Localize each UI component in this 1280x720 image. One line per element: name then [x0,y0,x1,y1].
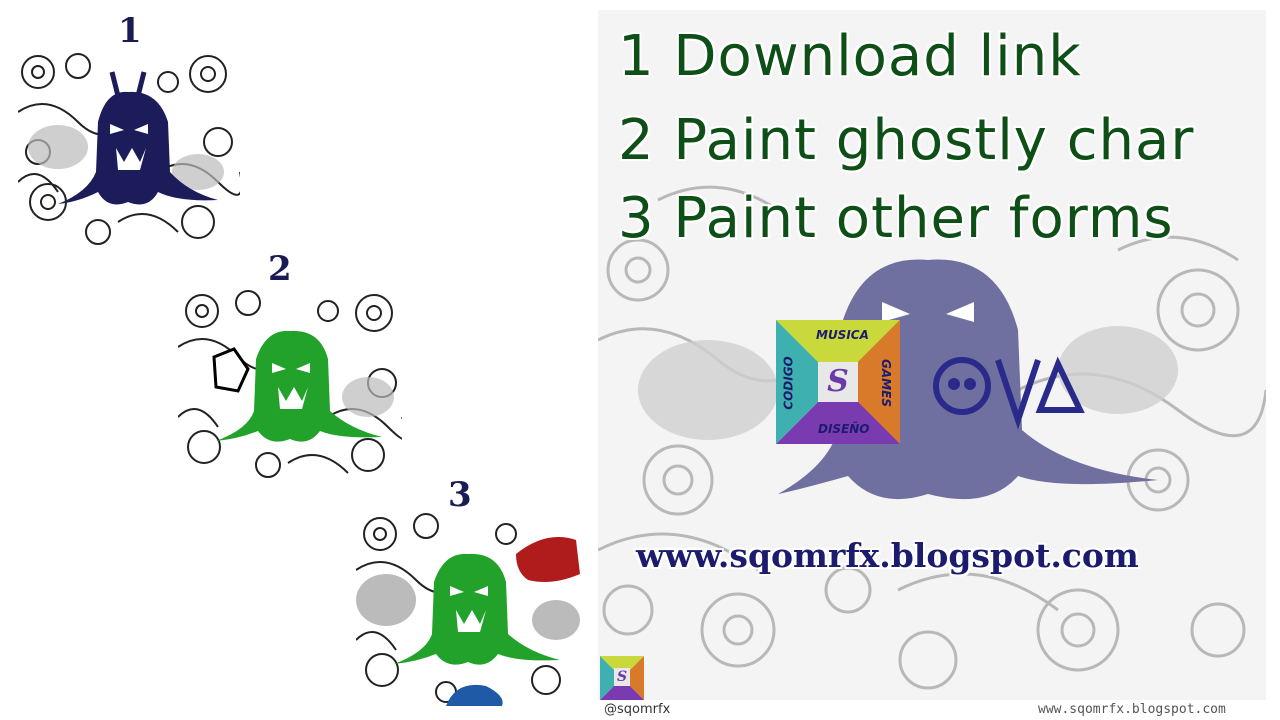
poster-panel: 1 Download link 2 Paint ghostly char 3 P… [598,10,1266,700]
heading-line-2: 2 Paint ghostly char [618,108,1195,173]
logo-label-bottom: DISEÑO [818,422,870,436]
pig-face-emblem-icon [933,356,1085,430]
logo-label-left: CODIGO [781,356,796,410]
logo-center-letter: S [818,362,858,402]
heading-line-3: 3 Paint other forms [618,186,1174,251]
step-number-1: 1 [118,11,142,51]
step-3-thumbnail [356,510,580,706]
step-number-3: 3 [448,475,472,515]
step-2-thumbnail [178,287,402,480]
footer-url: www.sqomrfx.blogspot.com [1038,702,1226,717]
logo-label-top: MUSICA [816,328,869,342]
mini-logo: S [600,656,644,700]
site-url: www.sqomrfx.blogspot.com [636,536,1139,575]
social-handle: @sqomrfx [604,702,671,717]
step-number-2: 2 [268,249,292,289]
step-1-thumbnail [18,52,240,246]
brand-logo: MUSICA DISEÑO CODIGO GAMES S [776,320,900,444]
logo-label-right: GAMES [878,359,893,407]
mini-logo-letter: S [614,668,630,686]
heading-line-1: 1 Download link [618,24,1082,89]
